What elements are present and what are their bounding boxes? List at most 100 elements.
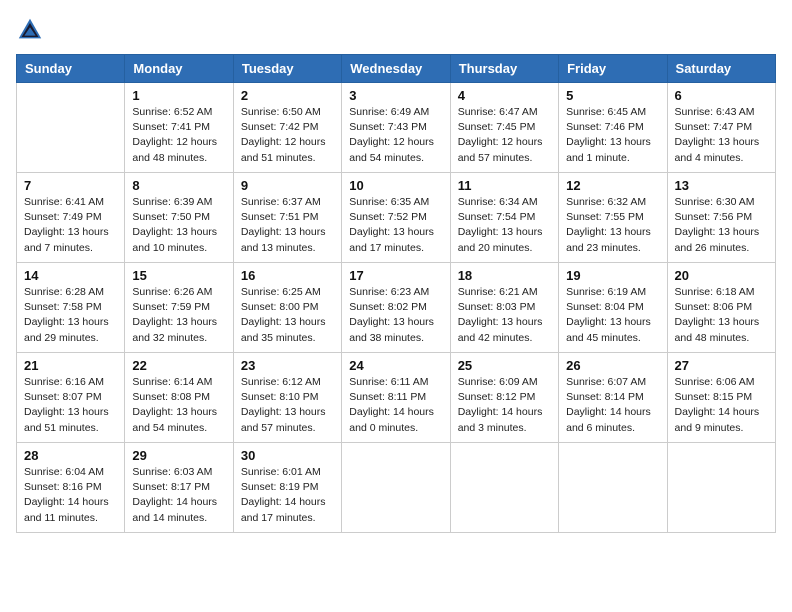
cell-date: 20: [675, 268, 768, 283]
calendar-cell: 1 Sunrise: 6:52 AMSunset: 7:41 PMDaylight…: [125, 83, 233, 173]
calendar: SundayMondayTuesdayWednesdayThursdayFrid…: [16, 54, 776, 533]
cell-date: 15: [132, 268, 225, 283]
cell-info: Sunrise: 6:28 AMSunset: 7:58 PMDaylight:…: [24, 285, 117, 346]
day-header-thursday: Thursday: [450, 55, 558, 83]
cell-info: Sunrise: 6:34 AMSunset: 7:54 PMDaylight:…: [458, 195, 551, 256]
calendar-cell: 30 Sunrise: 6:01 AMSunset: 8:19 PMDayligh…: [233, 443, 341, 533]
calendar-cell: 9 Sunrise: 6:37 AMSunset: 7:51 PMDaylight…: [233, 173, 341, 263]
logo: [16, 16, 48, 44]
cell-info: Sunrise: 6:01 AMSunset: 8:19 PMDaylight:…: [241, 465, 334, 526]
cell-date: 17: [349, 268, 442, 283]
day-header-tuesday: Tuesday: [233, 55, 341, 83]
calendar-cell: 23Sunrise: 6:12 AMSunset: 8:10 PMDayligh…: [233, 353, 341, 443]
cell-date: 4: [458, 88, 551, 103]
calendar-cell: 4 Sunrise: 6:47 AMSunset: 7:45 PMDaylight…: [450, 83, 558, 173]
calendar-cell: 28 Sunrise: 6:04 AMSunset: 8:16 PMDayligh…: [17, 443, 125, 533]
cell-info: Sunrise: 6:11 AMSunset: 8:11 PMDaylight:…: [349, 375, 442, 436]
cell-date: 6: [675, 88, 768, 103]
cell-info: Sunrise: 6:06 AMSunset: 8:15 PMDaylight:…: [675, 375, 768, 436]
calendar-cell: [450, 443, 558, 533]
cell-info: Sunrise: 6:35 AMSunset: 7:52 PMDaylight:…: [349, 195, 442, 256]
cell-date: 1: [132, 88, 225, 103]
calendar-cell: 14 Sunrise: 6:28 AMSunset: 7:58 PMDayligh…: [17, 263, 125, 353]
calendar-cell: [667, 443, 775, 533]
cell-info: Sunrise: 6:25 AMSunset: 8:00 PMDaylight:…: [241, 285, 334, 346]
calendar-cell: 19Sunrise: 6:19 AMSunset: 8:04 PMDayligh…: [559, 263, 667, 353]
page-header: [16, 16, 776, 44]
cell-date: 26: [566, 358, 659, 373]
cell-info: Sunrise: 6:37 AMSunset: 7:51 PMDaylight:…: [241, 195, 334, 256]
calendar-cell: 21 Sunrise: 6:16 AMSunset: 8:07 PMDayligh…: [17, 353, 125, 443]
cell-info: Sunrise: 6:21 AMSunset: 8:03 PMDaylight:…: [458, 285, 551, 346]
day-header-wednesday: Wednesday: [342, 55, 450, 83]
cell-info: Sunrise: 6:03 AMSunset: 8:17 PMDaylight:…: [132, 465, 225, 526]
week-row-4: 28 Sunrise: 6:04 AMSunset: 8:16 PMDayligh…: [17, 443, 776, 533]
cell-date: 29: [132, 448, 225, 463]
calendar-cell: 25 Sunrise: 6:09 AMSunset: 8:12 PMDayligh…: [450, 353, 558, 443]
cell-date: 27: [675, 358, 768, 373]
calendar-cell: 3Sunrise: 6:49 AMSunset: 7:43 PMDaylight…: [342, 83, 450, 173]
cell-date: 22: [132, 358, 225, 373]
calendar-cell: 27 Sunrise: 6:06 AMSunset: 8:15 PMDayligh…: [667, 353, 775, 443]
cell-date: 8: [132, 178, 225, 193]
day-header-friday: Friday: [559, 55, 667, 83]
cell-date: 11: [458, 178, 551, 193]
cell-date: 10: [349, 178, 442, 193]
cell-info: Sunrise: 6:19 AMSunset: 8:04 PMDaylight:…: [566, 285, 659, 346]
cell-info: Sunrise: 6:47 AMSunset: 7:45 PMDaylight:…: [458, 105, 551, 166]
cell-date: 16: [241, 268, 334, 283]
cell-date: 9: [241, 178, 334, 193]
cell-date: 12: [566, 178, 659, 193]
calendar-header: SundayMondayTuesdayWednesdayThursdayFrid…: [17, 55, 776, 83]
day-header-saturday: Saturday: [667, 55, 775, 83]
week-row-3: 21 Sunrise: 6:16 AMSunset: 8:07 PMDayligh…: [17, 353, 776, 443]
cell-info: Sunrise: 6:43 AMSunset: 7:47 PMDaylight:…: [675, 105, 768, 166]
cell-info: Sunrise: 6:41 AMSunset: 7:49 PMDaylight:…: [24, 195, 117, 256]
cell-date: 25: [458, 358, 551, 373]
cell-info: Sunrise: 6:32 AMSunset: 7:55 PMDaylight:…: [566, 195, 659, 256]
cell-info: Sunrise: 6:09 AMSunset: 8:12 PMDaylight:…: [458, 375, 551, 436]
cell-info: Sunrise: 6:04 AMSunset: 8:16 PMDaylight:…: [24, 465, 117, 526]
calendar-cell: 8Sunrise: 6:39 AMSunset: 7:50 PMDaylight…: [125, 173, 233, 263]
cell-date: 21: [24, 358, 117, 373]
calendar-cell: 6 Sunrise: 6:43 AMSunset: 7:47 PMDaylight…: [667, 83, 775, 173]
calendar-cell: [342, 443, 450, 533]
calendar-cell: 5 Sunrise: 6:45 AMSunset: 7:46 PMDaylight…: [559, 83, 667, 173]
cell-date: 13: [675, 178, 768, 193]
calendar-cell: 24 Sunrise: 6:11 AMSunset: 8:11 PMDayligh…: [342, 353, 450, 443]
cell-date: 18: [458, 268, 551, 283]
cell-date: 28: [24, 448, 117, 463]
cell-info: Sunrise: 6:52 AMSunset: 7:41 PMDaylight:…: [132, 105, 225, 166]
calendar-cell: 7 Sunrise: 6:41 AMSunset: 7:49 PMDaylight…: [17, 173, 125, 263]
calendar-cell: 16 Sunrise: 6:25 AMSunset: 8:00 PMDayligh…: [233, 263, 341, 353]
cell-info: Sunrise: 6:18 AMSunset: 8:06 PMDaylight:…: [675, 285, 768, 346]
cell-date: 30: [241, 448, 334, 463]
cell-info: Sunrise: 6:14 AMSunset: 8:08 PMDaylight:…: [132, 375, 225, 436]
calendar-cell: 22 Sunrise: 6:14 AMSunset: 8:08 PMDayligh…: [125, 353, 233, 443]
cell-date: 14: [24, 268, 117, 283]
calendar-cell: 11 Sunrise: 6:34 AMSunset: 7:54 PMDayligh…: [450, 173, 558, 263]
cell-info: Sunrise: 6:45 AMSunset: 7:46 PMDaylight:…: [566, 105, 659, 166]
calendar-cell: 17Sunrise: 6:23 AMSunset: 8:02 PMDayligh…: [342, 263, 450, 353]
cell-info: Sunrise: 6:49 AMSunset: 7:43 PMDaylight:…: [349, 105, 442, 166]
calendar-cell: 18 Sunrise: 6:21 AMSunset: 8:03 PMDayligh…: [450, 263, 558, 353]
calendar-cell: 26Sunrise: 6:07 AMSunset: 8:14 PMDayligh…: [559, 353, 667, 443]
logo-icon: [16, 16, 44, 44]
calendar-cell: [17, 83, 125, 173]
cell-date: 7: [24, 178, 117, 193]
calendar-cell: 2Sunrise: 6:50 AMSunset: 7:42 PMDaylight…: [233, 83, 341, 173]
day-header-sunday: Sunday: [17, 55, 125, 83]
calendar-cell: 12 Sunrise: 6:32 AMSunset: 7:55 PMDayligh…: [559, 173, 667, 263]
calendar-cell: 20 Sunrise: 6:18 AMSunset: 8:06 PMDayligh…: [667, 263, 775, 353]
cell-date: 5: [566, 88, 659, 103]
week-row-1: 7 Sunrise: 6:41 AMSunset: 7:49 PMDaylight…: [17, 173, 776, 263]
cell-info: Sunrise: 6:16 AMSunset: 8:07 PMDaylight:…: [24, 375, 117, 436]
cell-date: 24: [349, 358, 442, 373]
calendar-body: 1 Sunrise: 6:52 AMSunset: 7:41 PMDaylight…: [17, 83, 776, 533]
day-header-monday: Monday: [125, 55, 233, 83]
calendar-cell: 10 Sunrise: 6:35 AMSunset: 7:52 PMDayligh…: [342, 173, 450, 263]
calendar-cell: 15Sunrise: 6:26 AMSunset: 7:59 PMDayligh…: [125, 263, 233, 353]
cell-info: Sunrise: 6:12 AMSunset: 8:10 PMDaylight:…: [241, 375, 334, 436]
cell-info: Sunrise: 6:50 AMSunset: 7:42 PMDaylight:…: [241, 105, 334, 166]
cell-info: Sunrise: 6:30 AMSunset: 7:56 PMDaylight:…: [675, 195, 768, 256]
